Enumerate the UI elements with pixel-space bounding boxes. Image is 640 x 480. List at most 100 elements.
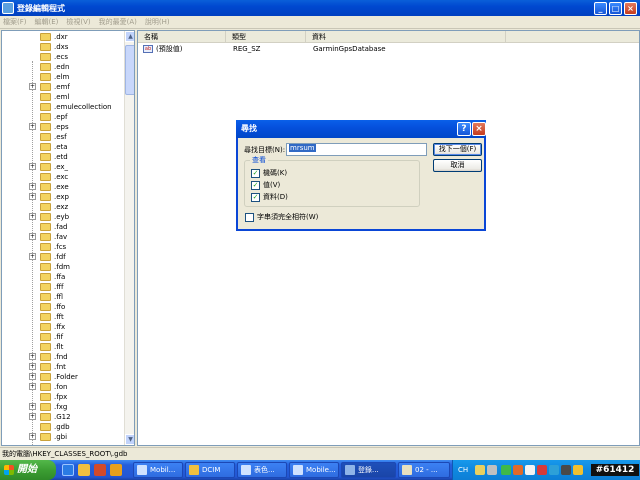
taskbar-button-registry[interactable]: 登錄...: [341, 462, 396, 478]
media-icon[interactable]: [94, 464, 106, 476]
tree-item[interactable]: .edn: [2, 62, 124, 72]
taskbar-button-mobile-1[interactable]: Mobil...: [133, 462, 183, 478]
data-checkbox[interactable]: ✓: [251, 193, 260, 202]
tree-item[interactable]: + .eyb: [2, 212, 124, 222]
tree-item[interactable]: .fif: [2, 332, 124, 342]
tree-item[interactable]: + .ex_: [2, 162, 124, 172]
expand-plus-icon[interactable]: +: [29, 403, 36, 410]
list-item[interactable]: ab (預設值) REG_SZ GarminGpsDatabase: [138, 44, 639, 54]
menu-view[interactable]: 檢視(V): [66, 17, 90, 27]
sync-icon[interactable]: [549, 465, 559, 475]
device-icon[interactable]: [573, 465, 583, 475]
tree-item[interactable]: + .exe: [2, 182, 124, 192]
tree-item[interactable]: .ffa: [2, 272, 124, 282]
scroll-up-arrow-icon[interactable]: ▲: [125, 31, 134, 42]
column-name[interactable]: 名稱: [138, 31, 226, 43]
tree-item[interactable]: .exc: [2, 172, 124, 182]
tree-item[interactable]: .eml: [2, 92, 124, 102]
close-button[interactable]: ×: [624, 1, 637, 15]
messenger-icon[interactable]: [110, 464, 122, 476]
tree-item[interactable]: + .Folder: [2, 372, 124, 382]
expand-plus-icon[interactable]: +: [29, 433, 36, 440]
antivirus-icon[interactable]: [525, 465, 535, 475]
minimize-button[interactable]: _: [594, 1, 607, 15]
registry-tree[interactable]: .dxr .dxs .ecs .edn .elm + .emf .eml .emulecolle…: [1, 30, 135, 446]
taskbar-button-mobile-2[interactable]: Mobile...: [289, 462, 339, 478]
expand-plus-icon[interactable]: +: [29, 233, 36, 240]
column-data[interactable]: 資料: [306, 31, 506, 43]
expand-plus-icon[interactable]: +: [29, 253, 36, 260]
tree-item[interactable]: + .exp: [2, 192, 124, 202]
tree-item[interactable]: + .fxg: [2, 402, 124, 412]
tree-item[interactable]: .gdb: [2, 422, 124, 432]
values-checkbox[interactable]: ✓: [251, 181, 260, 190]
menu-help[interactable]: 說明(H): [145, 17, 170, 27]
tree-item[interactable]: .elm: [2, 72, 124, 82]
tray-app-icon[interactable]: [487, 465, 497, 475]
tree-item[interactable]: .dxs: [2, 42, 124, 52]
ie-icon[interactable]: [62, 464, 74, 476]
expand-plus-icon[interactable]: +: [29, 123, 36, 130]
find-next-button[interactable]: 找下一個(F): [433, 143, 482, 156]
expand-plus-icon[interactable]: +: [29, 193, 36, 200]
tree-item[interactable]: .epf: [2, 112, 124, 122]
tree-item[interactable]: .ffo: [2, 302, 124, 312]
tree-item[interactable]: + .fnt: [2, 362, 124, 372]
ime-icon[interactable]: [475, 465, 485, 475]
expand-plus-icon[interactable]: +: [29, 213, 36, 220]
tree-item[interactable]: + .emf: [2, 82, 124, 92]
tree-item[interactable]: .ffx: [2, 322, 124, 332]
tree-item[interactable]: .fff: [2, 282, 124, 292]
taskbar-button-table[interactable]: 表色...: [237, 462, 287, 478]
tree-scrollbar[interactable]: ▲ ▼: [124, 31, 134, 445]
tree-item[interactable]: .etd: [2, 152, 124, 162]
tree-item[interactable]: .exz: [2, 202, 124, 212]
maximize-button[interactable]: □: [609, 1, 622, 15]
keys-checkbox[interactable]: ✓: [251, 169, 260, 178]
alert-icon[interactable]: [537, 465, 547, 475]
expand-plus-icon[interactable]: +: [29, 183, 36, 190]
tree-item[interactable]: .emulecollection: [2, 102, 124, 112]
tree-item[interactable]: + .fav: [2, 232, 124, 242]
tree-item[interactable]: .fad: [2, 222, 124, 232]
scroll-thumb[interactable]: [125, 45, 134, 95]
menu-favorites[interactable]: 我的最愛(A): [99, 17, 137, 27]
help-button[interactable]: ?: [457, 122, 471, 136]
match-whole-checkbox[interactable]: [245, 213, 254, 222]
expand-plus-icon[interactable]: +: [29, 83, 36, 90]
tree-item[interactable]: + .gbi: [2, 432, 124, 442]
tree-item[interactable]: + .G12: [2, 412, 124, 422]
tree-item[interactable]: .fdm: [2, 262, 124, 272]
tree-item[interactable]: + .fdf: [2, 252, 124, 262]
tree-item[interactable]: .esf: [2, 132, 124, 142]
menu-edit[interactable]: 編輯(E): [35, 17, 59, 27]
tree-item[interactable]: .eta: [2, 142, 124, 152]
security-icon[interactable]: [513, 465, 523, 475]
language-indicator[interactable]: CH: [458, 460, 468, 480]
taskbar-button-02[interactable]: 02 - ...: [398, 462, 450, 478]
tree-item[interactable]: .fpx: [2, 392, 124, 402]
tree-item[interactable]: .ecs: [2, 52, 124, 62]
tree-item[interactable]: .fcs: [2, 242, 124, 252]
expand-plus-icon[interactable]: +: [29, 383, 36, 390]
expand-plus-icon[interactable]: +: [29, 363, 36, 370]
network-icon[interactable]: [501, 465, 511, 475]
find-what-input[interactable]: mrsum: [286, 143, 427, 156]
menu-file[interactable]: 檔案(F): [3, 17, 27, 27]
tree-item[interactable]: .ffl: [2, 292, 124, 302]
tree-item[interactable]: .fft: [2, 312, 124, 322]
tree-item[interactable]: + .eps: [2, 122, 124, 132]
start-button[interactable]: 開始: [0, 460, 56, 480]
tree-item[interactable]: .flt: [2, 342, 124, 352]
tree-item[interactable]: .dxr: [2, 32, 124, 42]
dialog-close-button[interactable]: ×: [472, 122, 486, 136]
expand-plus-icon[interactable]: +: [29, 163, 36, 170]
value-list[interactable]: 名稱 類型 資料 ab (預設值) REG_SZ GarminGpsDataba…: [137, 30, 640, 446]
taskbar-button-dcim[interactable]: DCIM: [185, 462, 235, 478]
folder-icon[interactable]: [78, 464, 90, 476]
expand-plus-icon[interactable]: +: [29, 413, 36, 420]
tree-item[interactable]: + .fnd: [2, 352, 124, 362]
expand-plus-icon[interactable]: +: [29, 373, 36, 380]
volume-icon[interactable]: [561, 465, 571, 475]
scroll-down-arrow-icon[interactable]: ▼: [125, 434, 134, 445]
